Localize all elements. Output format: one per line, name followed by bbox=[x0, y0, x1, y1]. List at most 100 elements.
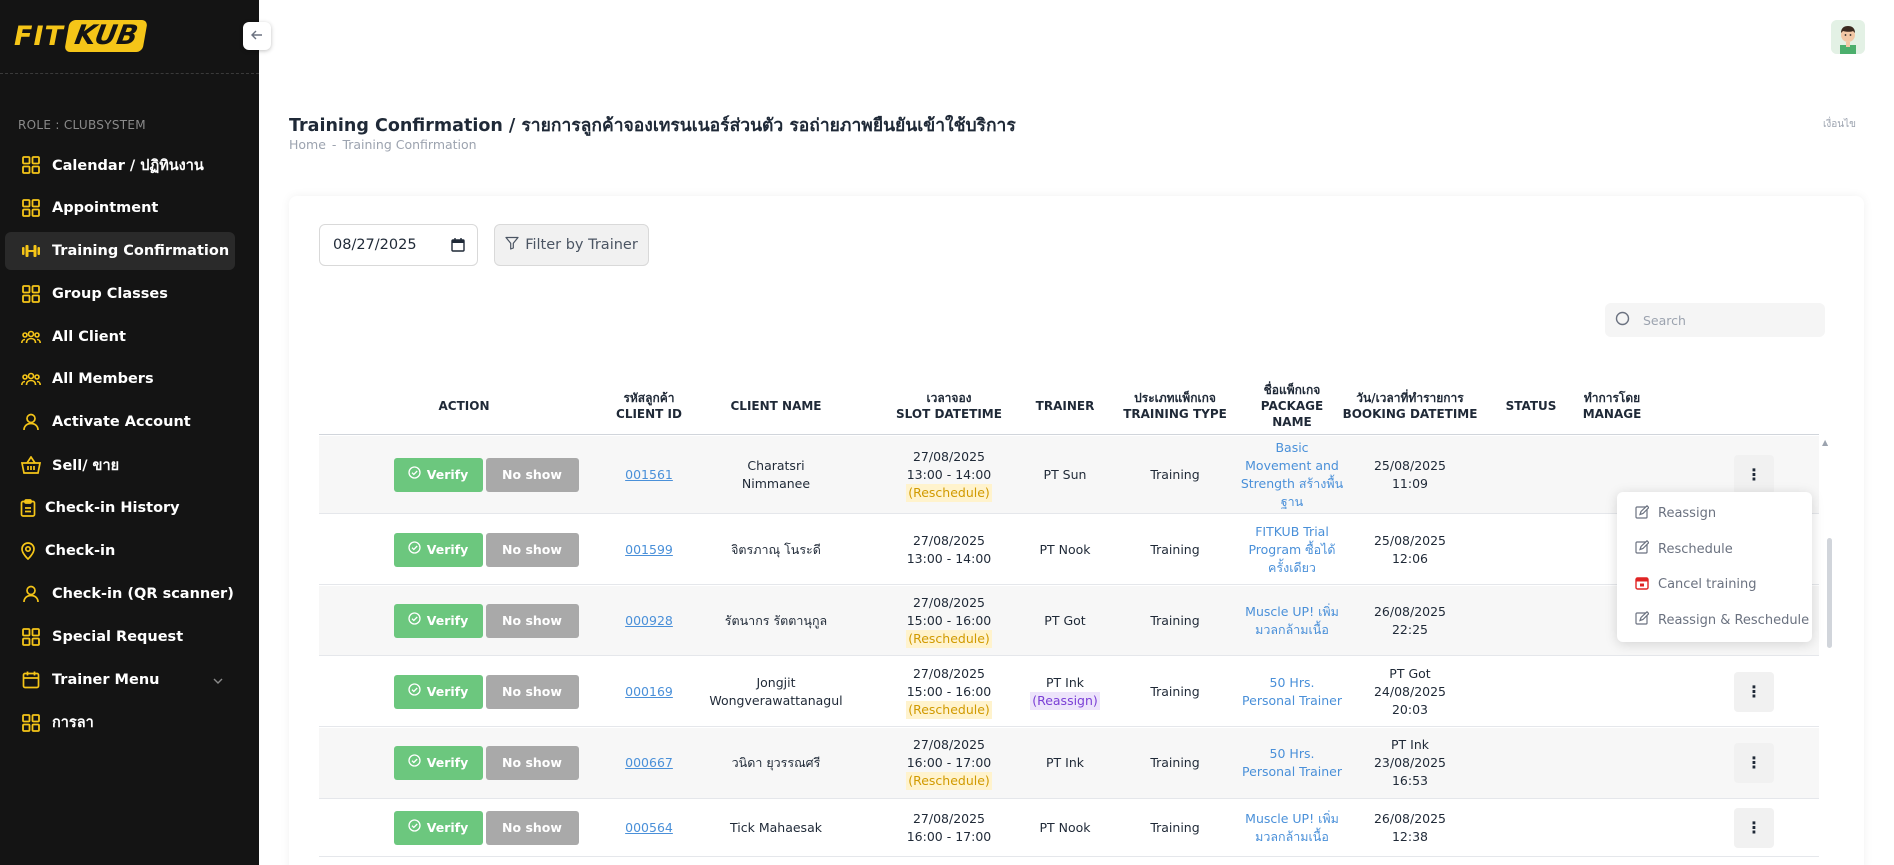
check-circle-icon bbox=[408, 819, 421, 837]
booking-date: 26/08/2025 bbox=[1373, 811, 1447, 826]
package-name-line[interactable]: 50 Hrs. bbox=[1270, 674, 1315, 692]
package-name-line[interactable]: Personal Trainer bbox=[1242, 763, 1342, 781]
manage-cell: ⋮ bbox=[1714, 728, 1794, 798]
package-name-line[interactable]: Muscle UP! เพิ่ม bbox=[1245, 603, 1339, 621]
trainer-cell: PT Got bbox=[1015, 586, 1115, 655]
package-name-line[interactable]: มวลกล้ามเนื้อ bbox=[1255, 828, 1329, 846]
training-type: Training bbox=[1150, 612, 1200, 628]
no-show-button[interactable]: No show bbox=[485, 457, 579, 492]
table-scrollbar[interactable] bbox=[1827, 538, 1832, 648]
booked-by: PT Got bbox=[1389, 665, 1431, 681]
sidebar-item-appointment[interactable]: Appointment bbox=[5, 189, 235, 227]
client-name: วนิดา ยุวรรณศรี bbox=[731, 755, 821, 770]
grid-icon bbox=[21, 627, 41, 647]
header-booking-datetime: วัน/เวลาที่ทำรายการ BOOKING DATETIME bbox=[1342, 391, 1478, 421]
fitkub-logo[interactable]: FIT KUB bbox=[14, 20, 149, 52]
package-name-line[interactable]: 50 Hrs. bbox=[1270, 745, 1315, 763]
no-show-button[interactable]: No show bbox=[485, 532, 579, 567]
table-row: Verify No show 001599 จิตรภาณุ โนระดี 27/08/… bbox=[319, 515, 1819, 585]
booking-time: 12:06 bbox=[1391, 550, 1429, 566]
sidebar-item-check-in-history[interactable]: Check-in History bbox=[5, 489, 235, 527]
conditions-link[interactable]: เงื่อนไข bbox=[1823, 117, 1856, 132]
client-id-link[interactable]: 001599 bbox=[625, 541, 673, 559]
slot-datetime-cell: 27/08/2025 16:00 - 17:00 bbox=[879, 800, 1019, 856]
menu-item-reassign[interactable]: Reassign bbox=[1617, 496, 1812, 532]
client-id-link[interactable]: 000667 bbox=[625, 754, 673, 772]
menu-item-reassign-reschedule[interactable]: Reassign & Reschedule bbox=[1617, 603, 1812, 639]
more-options-button[interactable]: ⋮ bbox=[1734, 808, 1774, 848]
user-icon bbox=[21, 412, 41, 432]
more-options-button[interactable]: ⋮ bbox=[1734, 671, 1774, 712]
role-label: ROLE : CLUBSYSTEM bbox=[18, 118, 146, 132]
booking-time: 20:03 bbox=[1391, 701, 1429, 717]
client-id-link[interactable]: 000928 bbox=[625, 612, 673, 630]
package-name-line[interactable]: มวลกล้ามเนื้อ bbox=[1255, 621, 1329, 639]
no-show-button[interactable]: No show bbox=[485, 746, 579, 780]
verify-button[interactable]: Verify bbox=[393, 532, 483, 567]
sidebar-item-all-members[interactable]: All Members bbox=[5, 360, 235, 398]
package-name-line[interactable]: Strength สร้างพื้น bbox=[1241, 475, 1343, 493]
package-name-line[interactable]: Movement and bbox=[1245, 457, 1339, 475]
more-options-button[interactable]: ⋮ bbox=[1734, 454, 1774, 495]
sidebar-item-label: Trainer Menu bbox=[52, 671, 160, 688]
sidebar-item-trainer-menu[interactable]: Trainer Menu bbox=[5, 661, 235, 699]
sidebar-item-special-request[interactable]: Special Request bbox=[5, 618, 235, 656]
breadcrumb-home[interactable]: Home bbox=[289, 137, 326, 152]
sidebar-item-leave[interactable]: การลา bbox=[5, 704, 235, 742]
package-name-line[interactable]: Program ซื้อได้ bbox=[1248, 541, 1335, 559]
verify-button[interactable]: Verify bbox=[393, 811, 483, 845]
sidebar-item-label: All Members bbox=[52, 371, 154, 388]
sidebar-item-activate-account[interactable]: Activate Account bbox=[5, 403, 235, 441]
logo-kub-text: KUB bbox=[64, 20, 149, 52]
date-value: 08/27/2025 bbox=[333, 237, 417, 253]
booking-time: 12:38 bbox=[1391, 829, 1429, 844]
no-show-button[interactable]: No show bbox=[485, 811, 579, 845]
no-show-button[interactable]: No show bbox=[485, 674, 579, 709]
table-row: Verify No show 001561 Charatsri Nimmanee 27/… bbox=[319, 436, 1819, 514]
search-input[interactable]: Search bbox=[1605, 303, 1825, 337]
date-picker-input[interactable]: 08/27/2025 bbox=[319, 224, 478, 266]
booking-date: 25/08/2025 bbox=[1373, 457, 1447, 473]
menu-item-reschedule[interactable]: Reschedule bbox=[1617, 532, 1812, 568]
user-avatar[interactable] bbox=[1831, 20, 1865, 54]
sidebar-item-check-in-qr-scanner[interactable]: Check-in (QR scanner) bbox=[5, 575, 235, 613]
row-actions: Verify No show bbox=[369, 586, 603, 655]
booked-by: PT Ink bbox=[1391, 737, 1429, 752]
client-id-link[interactable]: 000169 bbox=[625, 683, 673, 701]
reschedule-badge: (Reschedule) bbox=[906, 772, 992, 790]
package-name-line[interactable]: Personal Trainer bbox=[1242, 692, 1342, 710]
filter-by-trainer-button[interactable]: Filter by Trainer bbox=[494, 224, 649, 266]
row-actions: Verify No show bbox=[369, 800, 603, 856]
no-show-button[interactable]: No show bbox=[485, 603, 579, 638]
more-options-button[interactable]: ⋮ bbox=[1734, 743, 1774, 783]
package-name-line[interactable]: FITKUB Trial bbox=[1255, 523, 1329, 541]
check-circle-icon bbox=[408, 465, 421, 484]
client-id-link[interactable]: 001561 bbox=[625, 466, 673, 484]
slot-time: 15:00 - 16:00 bbox=[906, 612, 992, 628]
verify-button[interactable]: Verify bbox=[393, 457, 483, 492]
package-name-line[interactable]: Basic bbox=[1275, 439, 1308, 457]
sidebar-item-group-classes[interactable]: Group Classes bbox=[5, 275, 235, 313]
booking-time: 22:25 bbox=[1391, 621, 1429, 637]
sidebar-item-training-confirmation[interactable]: Training Confirmation bbox=[5, 231, 235, 270]
package-name-line[interactable]: ครั้งเดียว bbox=[1268, 559, 1316, 577]
verify-button[interactable]: Verify bbox=[393, 746, 483, 780]
scroll-up-arrow-icon[interactable]: ▲ bbox=[1822, 438, 1828, 447]
sidebar-item-calendar[interactable]: Calendar / ปฏิทินงาน bbox=[5, 146, 235, 184]
package-name-line[interactable]: Muscle UP! เพิ่ม bbox=[1245, 810, 1339, 828]
calendar-icon[interactable] bbox=[451, 238, 465, 256]
verify-button[interactable]: Verify bbox=[393, 603, 483, 638]
dropdown-item-label: Cancel training bbox=[1658, 577, 1757, 593]
sidebar-item-sell[interactable]: Sell/ ขาย bbox=[5, 446, 235, 484]
sidebar-collapse-button[interactable] bbox=[243, 22, 271, 50]
sidebar-item-all-client[interactable]: All Client bbox=[5, 318, 235, 356]
client-id-cell: 000667 bbox=[609, 728, 689, 798]
package-name-line[interactable]: ฐาน bbox=[1281, 493, 1303, 511]
verify-button[interactable]: Verify bbox=[393, 674, 483, 709]
sidebar-item-label: Activate Account bbox=[52, 414, 191, 431]
row-actions-dropdown: Reassign Reschedule Cancel training Reassig… bbox=[1617, 492, 1812, 642]
client-id-link[interactable]: 000564 bbox=[625, 819, 673, 837]
menu-item-cancel-training[interactable]: Cancel training bbox=[1617, 567, 1812, 603]
booking-date: 24/08/2025 bbox=[1373, 683, 1447, 699]
sidebar-item-check-in[interactable]: Check-in bbox=[5, 532, 235, 570]
